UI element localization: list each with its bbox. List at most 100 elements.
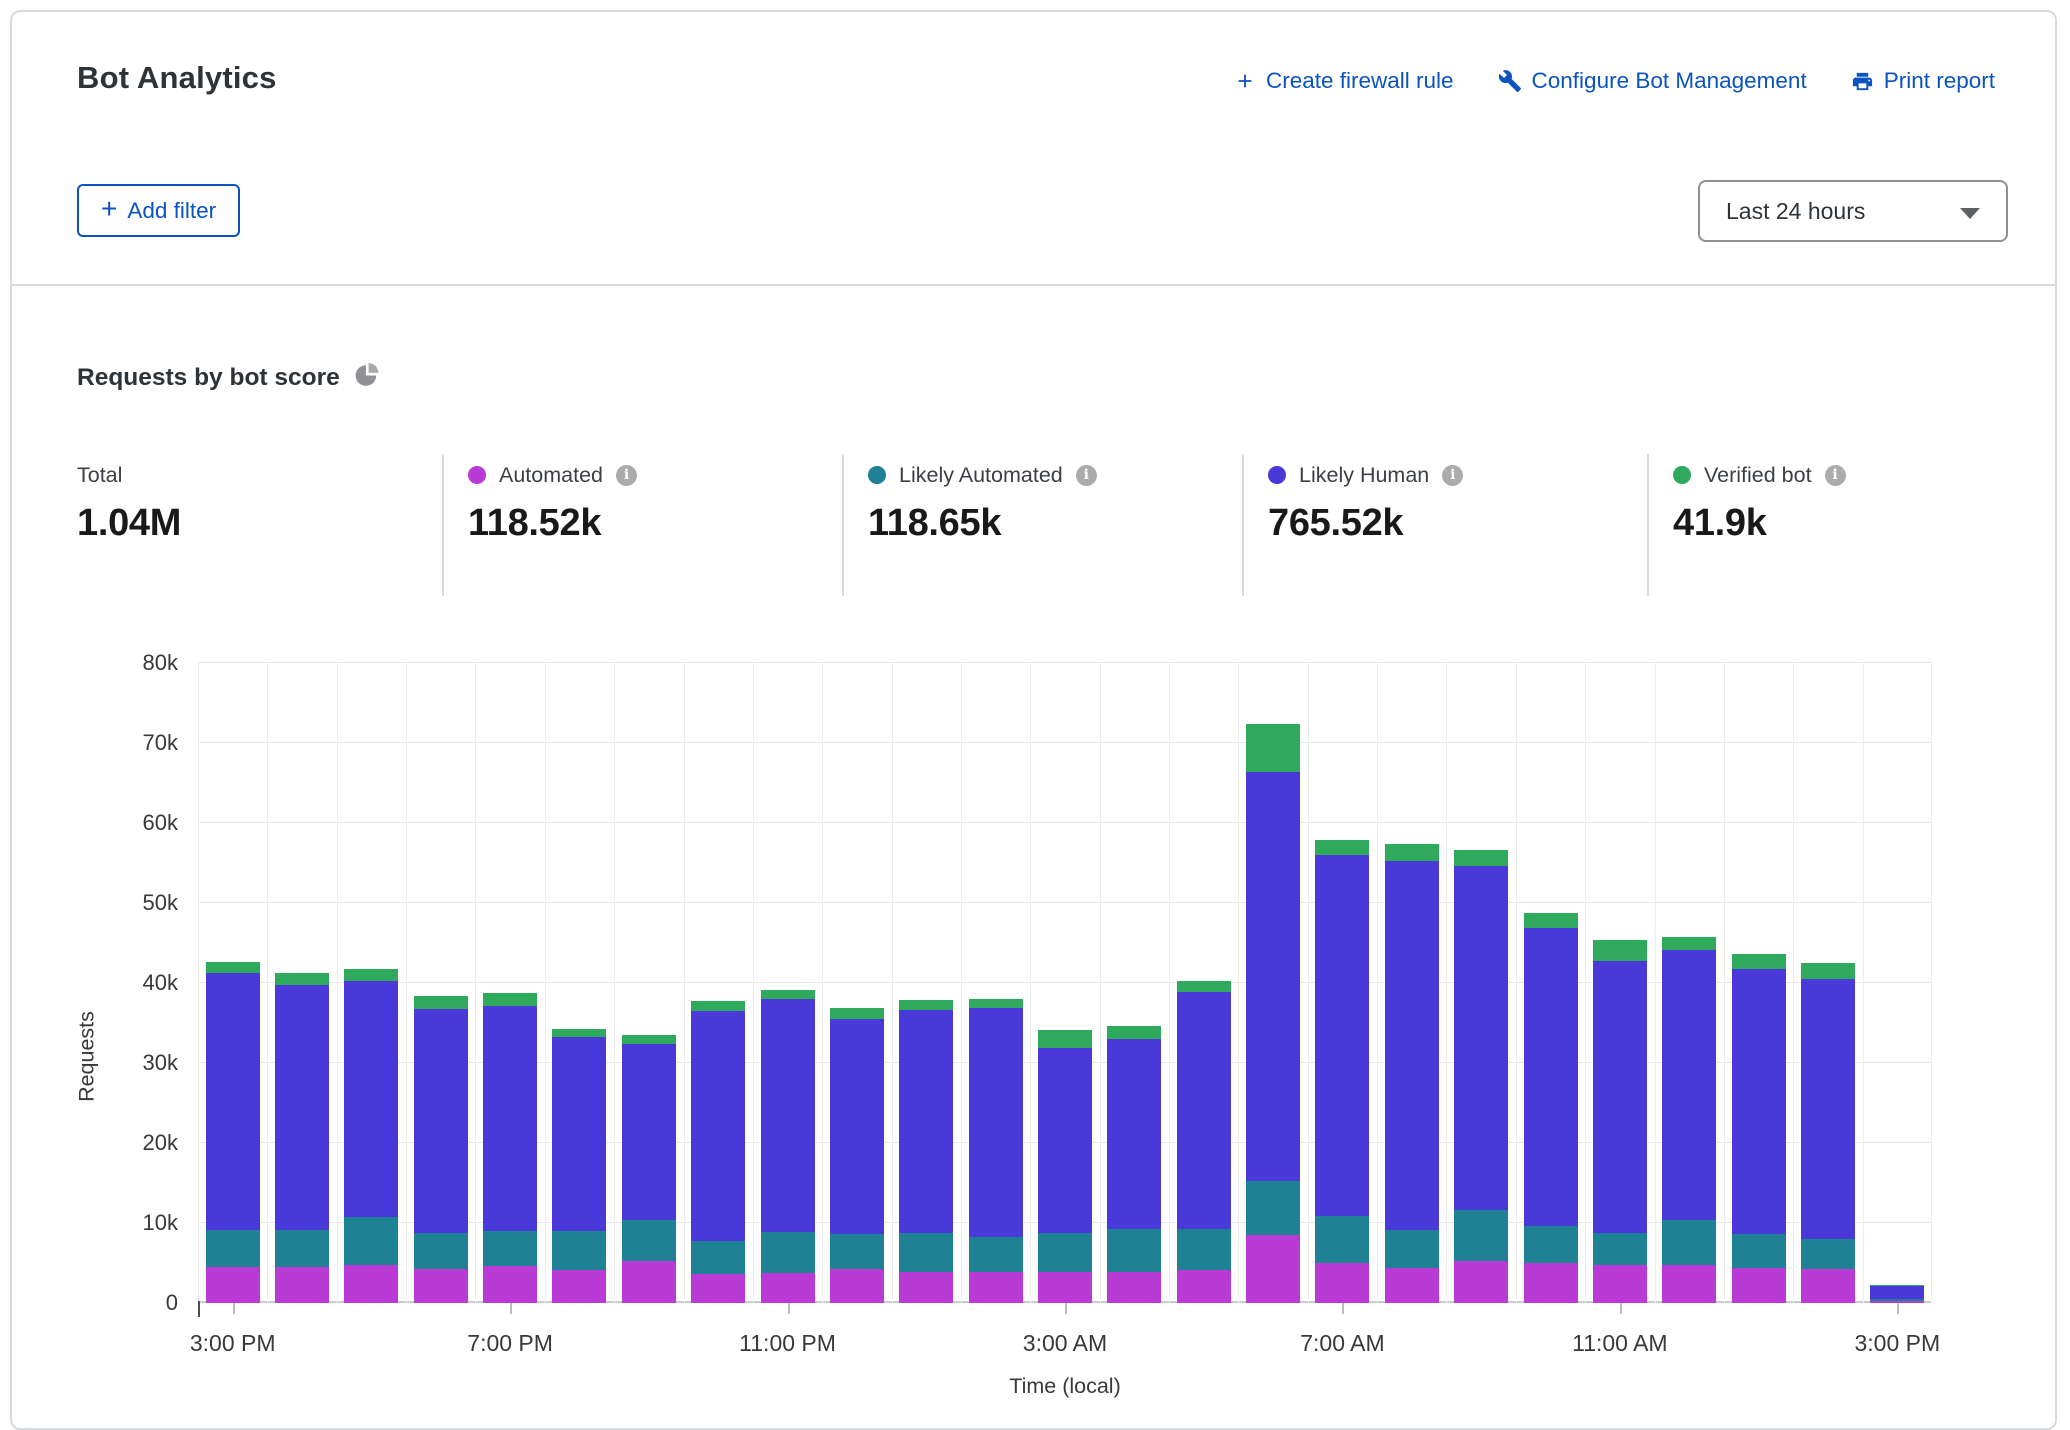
bar-segment-verified-bot[interactable] — [206, 962, 260, 972]
bar-segment-verified-bot[interactable] — [761, 990, 815, 999]
bar-segment-likely-automated[interactable] — [691, 1241, 745, 1275]
bar-segment-automated[interactable] — [483, 1266, 537, 1303]
bar-segment-automated[interactable] — [1177, 1270, 1231, 1303]
bar-segment-automated[interactable] — [1385, 1268, 1439, 1303]
bar-segment-likely-automated[interactable] — [1732, 1234, 1786, 1268]
bar-segment-likely-automated[interactable] — [1662, 1220, 1716, 1265]
bar-segment-likely-automated[interactable] — [1315, 1216, 1369, 1263]
bar-segment-likely-human[interactable] — [1454, 866, 1508, 1210]
bar-group[interactable] — [1246, 663, 1300, 1303]
bar-segment-likely-human[interactable] — [1662, 950, 1716, 1220]
bar-segment-automated[interactable] — [1662, 1265, 1716, 1303]
info-icon[interactable]: i — [616, 465, 637, 486]
bar-segment-likely-automated[interactable] — [761, 1232, 815, 1274]
bar-segment-likely-automated[interactable] — [1038, 1233, 1092, 1272]
bar-segment-verified-bot[interactable] — [1177, 981, 1231, 991]
bar-segment-likely-automated[interactable] — [899, 1233, 953, 1272]
bar-group[interactable] — [1385, 663, 1439, 1303]
bar-segment-verified-bot[interactable] — [691, 1001, 745, 1011]
bar-segment-likely-human[interactable] — [622, 1044, 676, 1220]
bar-segment-likely-automated[interactable] — [622, 1220, 676, 1262]
bar-segment-automated[interactable] — [691, 1274, 745, 1303]
bar-segment-likely-human[interactable] — [1038, 1048, 1092, 1233]
bar-segment-likely-human[interactable] — [344, 981, 398, 1217]
bar-segment-likely-human[interactable] — [1593, 961, 1647, 1232]
bar-segment-likely-human[interactable] — [1870, 1285, 1924, 1299]
bar-segment-likely-human[interactable] — [483, 1006, 537, 1231]
bar-group[interactable] — [344, 663, 398, 1303]
bar-segment-likely-human[interactable] — [899, 1010, 953, 1232]
bar-segment-likely-human[interactable] — [1524, 928, 1578, 1226]
bar-segment-automated[interactable] — [1801, 1269, 1855, 1303]
bar-segment-verified-bot[interactable] — [1454, 850, 1508, 866]
bar-segment-verified-bot[interactable] — [1801, 963, 1855, 979]
bar-segment-automated[interactable] — [275, 1267, 329, 1303]
configure-bot-management-link[interactable]: Configure Bot Management — [1498, 68, 1807, 94]
bar-segment-likely-human[interactable] — [1801, 979, 1855, 1239]
bar-segment-likely-automated[interactable] — [830, 1234, 884, 1269]
bar-segment-automated[interactable] — [344, 1265, 398, 1303]
bar-segment-likely-automated[interactable] — [969, 1237, 1023, 1272]
bar-segment-likely-human[interactable] — [1246, 772, 1300, 1182]
bar-segment-likely-automated[interactable] — [552, 1231, 606, 1270]
bar-segment-likely-automated[interactable] — [1454, 1210, 1508, 1260]
bar-segment-verified-bot[interactable] — [1524, 913, 1578, 928]
bar-group[interactable] — [1524, 663, 1578, 1303]
bar-group[interactable] — [1454, 663, 1508, 1303]
bar-group[interactable] — [969, 663, 1023, 1303]
bar-segment-likely-human[interactable] — [691, 1011, 745, 1241]
bar-group[interactable] — [1315, 663, 1369, 1303]
bar-segment-automated[interactable] — [1107, 1272, 1161, 1303]
bar-segment-verified-bot[interactable] — [344, 969, 398, 981]
bar-segment-automated[interactable] — [1593, 1265, 1647, 1303]
bar-segment-automated[interactable] — [552, 1270, 606, 1303]
bar-segment-verified-bot[interactable] — [1662, 937, 1716, 951]
bar-segment-automated[interactable] — [1454, 1261, 1508, 1303]
bar-segment-likely-automated[interactable] — [1801, 1239, 1855, 1269]
bar-segment-verified-bot[interactable] — [1593, 940, 1647, 962]
bar-segment-likely-human[interactable] — [830, 1019, 884, 1234]
bar-segment-verified-bot[interactable] — [483, 993, 537, 1006]
bar-segment-likely-automated[interactable] — [275, 1230, 329, 1267]
bar-segment-likely-human[interactable] — [1385, 861, 1439, 1231]
bar-group[interactable] — [414, 663, 468, 1303]
bar-segment-likely-human[interactable] — [761, 999, 815, 1232]
bar-segment-likely-human[interactable] — [206, 973, 260, 1231]
bar-group[interactable] — [275, 663, 329, 1303]
bar-segment-likely-automated[interactable] — [1107, 1229, 1161, 1271]
bar-segment-verified-bot[interactable] — [275, 973, 329, 984]
bar-segment-likely-human[interactable] — [275, 985, 329, 1231]
bar-group[interactable] — [622, 663, 676, 1303]
time-range-select[interactable]: Last 24 hours — [1698, 180, 2008, 242]
bar-group[interactable] — [1801, 663, 1855, 1303]
bar-segment-verified-bot[interactable] — [1107, 1026, 1161, 1039]
bar-segment-verified-bot[interactable] — [414, 996, 468, 1009]
bar-segment-likely-automated[interactable] — [344, 1217, 398, 1265]
bar-segment-verified-bot[interactable] — [1246, 724, 1300, 772]
bar-group[interactable] — [761, 663, 815, 1303]
bar-segment-likely-automated[interactable] — [1593, 1233, 1647, 1265]
bar-group[interactable] — [206, 663, 260, 1303]
bar-segment-likely-automated[interactable] — [206, 1230, 260, 1267]
print-report-link[interactable]: Print report — [1851, 68, 1995, 94]
bar-segment-likely-human[interactable] — [414, 1009, 468, 1233]
bar-group[interactable] — [1038, 663, 1092, 1303]
info-icon[interactable]: i — [1076, 465, 1097, 486]
bar-segment-likely-automated[interactable] — [483, 1231, 537, 1266]
bar-group[interactable] — [1593, 663, 1647, 1303]
info-icon[interactable]: i — [1442, 465, 1463, 486]
bar-segment-likely-automated[interactable] — [414, 1233, 468, 1269]
bar-group[interactable] — [1177, 663, 1231, 1303]
bar-segment-likely-human[interactable] — [1315, 855, 1369, 1216]
bar-segment-automated[interactable] — [1315, 1263, 1369, 1303]
bar-group[interactable] — [1107, 663, 1161, 1303]
info-icon[interactable]: i — [1825, 465, 1846, 486]
bar-segment-automated[interactable] — [830, 1269, 884, 1303]
bar-group[interactable] — [830, 663, 884, 1303]
bar-segment-likely-automated[interactable] — [1385, 1230, 1439, 1268]
bar-segment-likely-automated[interactable] — [1246, 1181, 1300, 1235]
bar-segment-verified-bot[interactable] — [830, 1008, 884, 1019]
bar-group[interactable] — [1732, 663, 1786, 1303]
bar-group[interactable] — [691, 663, 745, 1303]
bar-segment-verified-bot[interactable] — [899, 1000, 953, 1010]
